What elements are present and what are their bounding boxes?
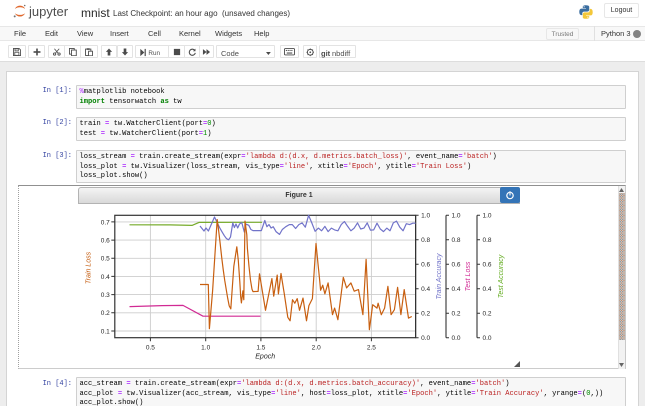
svg-text:0.4: 0.4 [452,286,461,293]
svg-text:Run: Run [148,50,160,57]
svg-text:0.7: 0.7 [101,219,110,226]
svg-text:0.0: 0.0 [421,335,430,342]
svg-text:1.5: 1.5 [256,345,265,352]
svg-text:0.6: 0.6 [483,262,492,269]
svg-text:Test Accuracy: Test Accuracy [498,254,505,298]
svg-text:0.0: 0.0 [483,335,492,342]
svg-text:0.1: 0.1 [101,328,110,335]
svg-text:0.4: 0.4 [483,286,492,293]
svg-text:1.0: 1.0 [421,213,430,220]
svg-text:0.4: 0.4 [101,274,110,281]
svg-text:0.4: 0.4 [421,286,430,293]
svg-text:0.2: 0.2 [452,311,461,318]
svg-text:nbdiff: nbdiff [332,49,351,58]
svg-text:2.0: 2.0 [312,345,321,352]
svg-text:2.5: 2.5 [367,345,376,352]
svg-text:0.2: 0.2 [101,310,110,317]
svg-text:1.0: 1.0 [483,213,492,220]
svg-text:0.0: 0.0 [452,335,461,342]
svg-text:1.0: 1.0 [452,213,461,220]
svg-text:0.5: 0.5 [101,256,110,263]
svg-text:0.5: 0.5 [146,345,155,352]
svg-text:git: git [321,49,331,58]
svg-text:Train Loss: Train Loss [86,251,93,284]
svg-text:Train Accuracy: Train Accuracy [436,253,443,299]
svg-text:Test Loss: Test Loss [465,261,472,291]
svg-text:0.8: 0.8 [452,237,461,244]
svg-text:0.3: 0.3 [101,292,110,299]
svg-text:0.6: 0.6 [452,262,461,269]
svg-text:0.2: 0.2 [483,311,492,318]
svg-text:0.2: 0.2 [421,311,430,318]
svg-text:Epoch: Epoch [255,354,275,361]
svg-text:0.6: 0.6 [421,262,430,269]
svg-text:0.8: 0.8 [421,237,430,244]
svg-text:1.0: 1.0 [201,345,210,352]
svg-text:0.8: 0.8 [483,237,492,244]
svg-text:Code: Code [221,49,239,58]
svg-text:0.6: 0.6 [101,238,110,245]
